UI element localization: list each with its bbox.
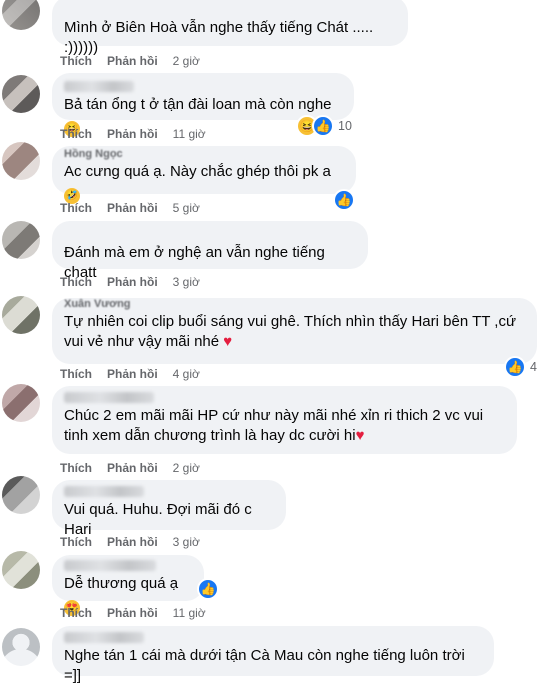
avatar[interactable] [2, 384, 40, 422]
comment-bubble: Đánh mà em ở nghệ an vẫn nghe tiếng chat… [52, 221, 368, 281]
comment-actions: Thích Phản hồi 11 giờ [60, 127, 206, 141]
like-link[interactable]: Thích [60, 54, 92, 68]
comment-bubble: Mình ở Biên Hoà vẫn nghe thấy tiếng Chát… [52, 0, 408, 56]
reaction-summary[interactable]: 👍 [333, 189, 355, 211]
comment-bubble: Chúc 2 em mãi mãi HP cứ như này mãi nhé … [52, 386, 517, 454]
reply-link[interactable]: Phản hồi [107, 535, 158, 549]
like-icon: 👍 [504, 356, 526, 378]
avatar[interactable] [2, 628, 40, 666]
comment-bubble: Vui quá. Huhu. Đợi mãi đó c Hari [52, 480, 286, 538]
author-name-blurred[interactable] [64, 392, 154, 403]
author-name[interactable]: Hồng Ngọc [64, 148, 344, 160]
reply-link[interactable]: Phản hồi [107, 275, 158, 289]
like-link[interactable]: Thích [60, 201, 92, 215]
comment-time[interactable]: 5 giờ [173, 201, 200, 215]
like-link[interactable]: Thích [60, 461, 92, 475]
like-icon: 👍 [312, 115, 334, 137]
comment-bubble: Nghe tán 1 cái mà dưới tận Cà Mau còn ng… [52, 626, 494, 684]
reply-link[interactable]: Phản hồi [107, 606, 158, 620]
like-link[interactable]: Thích [60, 606, 92, 620]
reply-link[interactable]: Phản hồi [107, 201, 158, 215]
like-link[interactable]: Thích [60, 535, 92, 549]
like-link[interactable]: Thích [60, 127, 92, 141]
avatar[interactable] [2, 551, 40, 589]
like-icon: 👍 [197, 578, 219, 600]
comment-time[interactable]: 11 giờ [173, 606, 206, 620]
avatar[interactable] [2, 221, 40, 259]
comment-text: Mình ở Biên Hoà vẫn nghe thấy tiếng Chát… [64, 19, 378, 56]
comment-actions: Thích Phản hồi 3 giờ [60, 535, 200, 549]
author-name-blurred[interactable] [64, 81, 134, 92]
comment-text: Vui quá. Huhu. Đợi mãi đó c Hari [64, 501, 256, 538]
comment-time[interactable]: 2 giờ [173, 461, 200, 475]
avatar[interactable] [2, 142, 40, 180]
reply-link[interactable]: Phản hồi [107, 54, 158, 68]
comment-actions: Thích Phản hồi 11 giờ [60, 606, 206, 620]
reply-link[interactable]: Phản hồi [107, 127, 158, 141]
comment-bubble: Xuân Vương Tự nhiên coi clip buổi sáng v… [52, 298, 537, 364]
author-name[interactable]: Xuân Vương [64, 298, 525, 310]
comment-bubble: Hồng Ngọc Ac cưng quá ạ. Này chắc ghép t… [52, 146, 356, 204]
comment-time[interactable]: 11 giờ [173, 127, 206, 141]
comment-time[interactable]: 2 giờ [173, 54, 200, 68]
avatar[interactable] [2, 296, 40, 334]
author-name-blurred[interactable] [64, 632, 144, 643]
heart-emoji: ♥ [223, 333, 233, 350]
avatar[interactable] [2, 476, 40, 514]
comment-bubble: Bả tán ổng t ở tận đài loan mà còn nghe😆 [52, 73, 354, 137]
like-link[interactable]: Thích [60, 367, 92, 381]
comment-text: Chúc 2 em mãi mãi HP cứ như này mãi nhé … [64, 407, 488, 444]
comment-time[interactable]: 4 giờ [173, 367, 200, 381]
avatar[interactable] [2, 0, 40, 30]
comment-text: Nghe tán 1 cái mà dưới tận Cà Mau còn ng… [64, 647, 469, 684]
reaction-count: 4 [530, 360, 537, 374]
comment-text: Ac cưng quá ạ. Này chắc ghép thôi pk a 🤣 [64, 162, 344, 204]
reaction-summary[interactable]: 👍 [197, 578, 219, 600]
reply-link[interactable]: Phản hồi [107, 461, 158, 475]
comment-text: Tự nhiên coi clip buổi sáng vui ghê. Thí… [64, 313, 521, 350]
reply-link[interactable]: Phản hồi [107, 367, 158, 381]
comment-time[interactable]: 3 giờ [173, 535, 200, 549]
comment-bubble: Dễ thương quá ạ 😍 [52, 555, 204, 616]
comment-time[interactable]: 3 giờ [173, 275, 200, 289]
heart-emoji: ♥ [355, 427, 365, 444]
like-link[interactable]: Thích [60, 275, 92, 289]
comment-actions: Thích Phản hồi 3 giờ [60, 275, 200, 289]
comment-actions: Thích Phản hồi 4 giờ [60, 367, 200, 381]
reaction-summary[interactable]: 😆 👍 10 [296, 115, 352, 137]
comment-actions: Thích Phản hồi 2 giờ [60, 461, 200, 475]
reaction-summary[interactable]: 👍 4 [504, 356, 537, 378]
author-name-blurred[interactable] [64, 560, 156, 571]
author-name-blurred[interactable] [64, 486, 144, 497]
reaction-count: 10 [338, 119, 352, 133]
comment-actions: Thích Phản hồi 5 giờ [60, 201, 200, 215]
like-icon: 👍 [333, 189, 355, 211]
comment-actions: Thích Phản hồi 2 giờ [60, 54, 200, 68]
avatar[interactable] [2, 75, 40, 113]
